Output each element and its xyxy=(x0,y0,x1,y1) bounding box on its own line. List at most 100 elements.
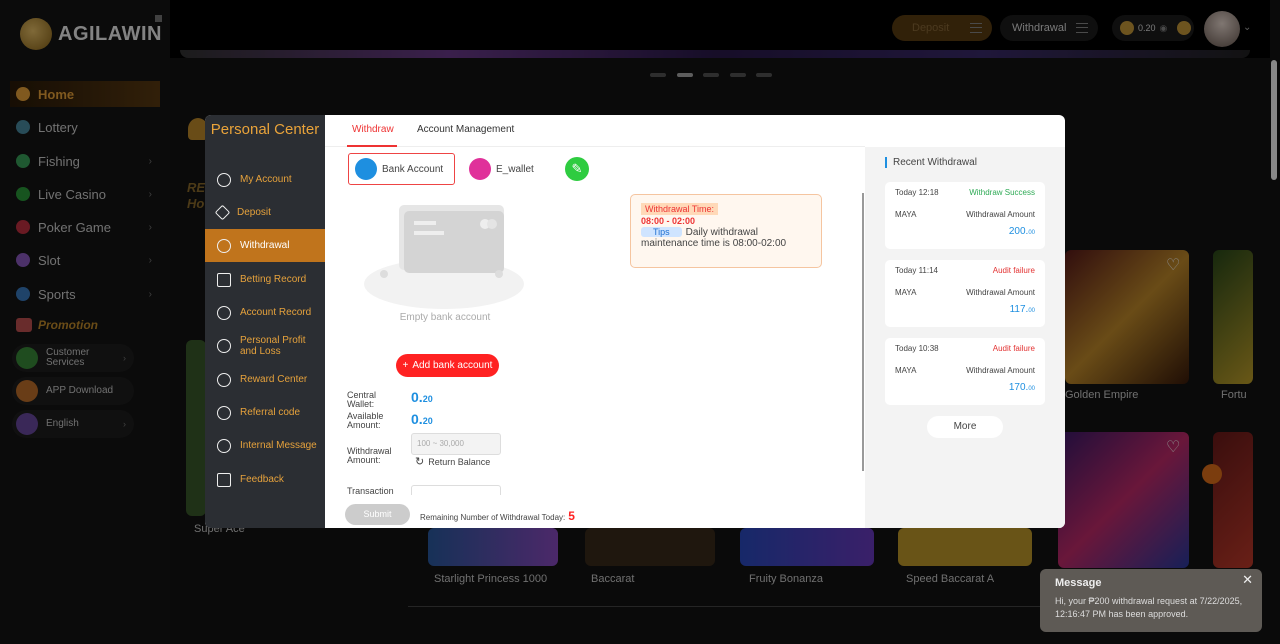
record-bank: MAYA xyxy=(895,288,917,297)
remaining-count: 5 xyxy=(568,509,575,523)
transaction-password-input[interactable] xyxy=(411,485,501,495)
record-amount: 170.00 xyxy=(1009,382,1035,393)
tip-text-2: maintenance time is 08:00-02:00 xyxy=(641,238,787,249)
withdrawal-icon xyxy=(217,238,231,253)
menu-label: Internal Message xyxy=(240,440,317,451)
betting-record-icon xyxy=(217,272,231,287)
empty-bank-text: Empty bank account xyxy=(399,312,491,323)
amount-int: 117. xyxy=(1009,304,1029,315)
recent-withdrawal-title: Recent Withdrawal xyxy=(885,157,977,168)
ewallet-option[interactable]: E_wallet xyxy=(465,153,543,185)
panel-scrollbar[interactable] xyxy=(862,193,864,471)
record-amount-label: Withdrawal Amount xyxy=(966,210,1035,219)
menu-label: Withdrawal xyxy=(240,240,290,251)
edit-icon[interactable]: ✎ xyxy=(565,157,589,181)
refresh-icon: ↻ xyxy=(415,456,425,468)
tab-account-management[interactable]: Account Management xyxy=(417,124,514,135)
menu-label: My Account xyxy=(240,174,292,185)
wallet-icon xyxy=(469,158,491,180)
withdrawal-record[interactable]: Today 10:38 Audit failure MAYA Withdrawa… xyxy=(885,338,1045,405)
menu-referral-code[interactable]: Referral code xyxy=(205,396,325,429)
bank-account-label: Bank Account xyxy=(382,163,444,175)
account-record-icon xyxy=(217,305,231,320)
available-int: 0. xyxy=(411,411,423,427)
bank-account-option[interactable]: Bank Account xyxy=(348,153,455,185)
submit-button[interactable]: Submit xyxy=(345,504,410,525)
withdrawal-amount-label: Withdrawal Amount: xyxy=(347,446,392,465)
toast-title: Message xyxy=(1055,577,1102,589)
remaining-label: Remaining Number of Withdrawal Today: xyxy=(420,513,566,522)
menu-label: Account Record xyxy=(240,307,312,318)
withdraw-panel: Withdraw Account Management Bank Account… xyxy=(325,115,1065,528)
deposit-icon xyxy=(214,204,231,221)
personal-center-title: Personal Center xyxy=(210,121,320,138)
record-amount: 117.00 xyxy=(1010,304,1035,315)
available-amount-value: 0.20 xyxy=(411,411,433,427)
record-status: Audit failure xyxy=(992,344,1035,353)
record-amount-label: Withdrawal Amount xyxy=(966,366,1035,375)
tips-badge: Tips xyxy=(641,227,682,237)
message-icon xyxy=(217,438,231,453)
menu-profit-loss[interactable]: Personal Profit and Loss xyxy=(205,329,325,362)
tab-divider xyxy=(325,146,865,147)
record-amount: 200.00 xyxy=(1009,226,1035,237)
amount-cents: 00 xyxy=(1028,386,1035,392)
amount-cents: 00 xyxy=(1028,230,1035,236)
menu-label: Deposit xyxy=(237,207,271,218)
record-date: Today 10:38 xyxy=(895,344,939,353)
remaining-withdrawals: Remaining Number of Withdrawal Today: 5 xyxy=(420,509,575,523)
close-icon[interactable]: ✕ xyxy=(1242,572,1253,588)
central-wallet-label: Central Wallet: xyxy=(347,390,377,409)
menu-my-account[interactable]: My Account xyxy=(205,163,325,196)
central-wallet-int: 0. xyxy=(411,389,423,405)
menu-internal-message[interactable]: Internal Message xyxy=(205,429,325,462)
transaction-label: Transaction xyxy=(347,486,394,496)
amount-cents: 00 xyxy=(1028,308,1035,314)
return-balance-label: Return Balance xyxy=(428,456,491,467)
menu-label: Personal Profit and Loss xyxy=(240,334,306,357)
menu-deposit[interactable]: Deposit xyxy=(205,196,325,229)
central-wallet-dec: 20 xyxy=(422,394,433,404)
withdrawal-time-tip: Withdrawal Time: 08:00 - 02:00 Tips Daily… xyxy=(630,194,822,268)
menu-betting-record[interactable]: Betting Record xyxy=(205,263,325,296)
reward-icon xyxy=(217,372,231,387)
record-date: Today 11:14 xyxy=(895,266,938,275)
amount-int: 170. xyxy=(1008,382,1029,393)
recent-withdrawal-panel: Recent Withdrawal Today 12:18 Withdraw S… xyxy=(865,147,1065,528)
personal-center-sidebar: Personal Center My Account Deposit Withd… xyxy=(205,115,325,528)
ewallet-label: E_wallet xyxy=(496,163,534,175)
add-bank-account-button[interactable]: + Add bank account xyxy=(396,354,499,377)
empty-bank-illustration xyxy=(364,205,524,309)
record-status: Withdraw Success xyxy=(969,188,1035,197)
record-date: Today 12:18 xyxy=(895,188,939,197)
feedback-icon xyxy=(217,472,231,487)
add-bank-account-label: Add bank account xyxy=(412,360,493,371)
tip-time: 08:00 - 02:00 xyxy=(641,216,696,226)
toast-message: Hi, your ₱200 withdrawal request at 7/22… xyxy=(1055,596,1243,619)
withdrawal-record[interactable]: Today 12:18 Withdraw Success MAYA Withdr… xyxy=(885,182,1045,249)
menu-label: Feedback xyxy=(240,474,284,485)
menu-label: Reward Center xyxy=(240,374,308,385)
menu-label: Betting Record xyxy=(240,274,307,285)
menu-withdrawal[interactable]: Withdrawal xyxy=(205,229,325,262)
referral-icon xyxy=(217,405,231,420)
tip-text: Daily withdrawal xyxy=(685,227,758,238)
personal-center-modal: Personal Center My Account Deposit Withd… xyxy=(205,115,1065,528)
menu-account-record[interactable]: Account Record xyxy=(205,296,325,329)
menu-label: Referral code xyxy=(240,407,301,418)
record-amount-label: Withdrawal Amount xyxy=(966,288,1035,297)
central-wallet-value: 0.20 xyxy=(411,389,433,405)
available-amount-label: Available Amount: xyxy=(347,411,384,430)
bank-icon xyxy=(355,158,377,180)
tab-withdraw[interactable]: Withdraw xyxy=(352,124,394,135)
record-bank: MAYA xyxy=(895,366,917,375)
withdrawal-record[interactable]: Today 11:14 Audit failure MAYA Withdrawa… xyxy=(885,260,1045,327)
page-scrollbar[interactable] xyxy=(1271,60,1277,180)
withdrawal-amount-input[interactable]: 100 ~ 30,000 xyxy=(411,433,501,455)
return-balance-button[interactable]: ↻ Return Balance xyxy=(415,455,490,468)
menu-feedback[interactable]: Feedback xyxy=(205,463,325,496)
menu-reward-center[interactable]: Reward Center xyxy=(205,363,325,396)
record-status: Audit failure xyxy=(992,266,1035,275)
tip-title: Withdrawal Time: xyxy=(641,203,719,215)
more-button[interactable]: More xyxy=(927,416,1003,438)
